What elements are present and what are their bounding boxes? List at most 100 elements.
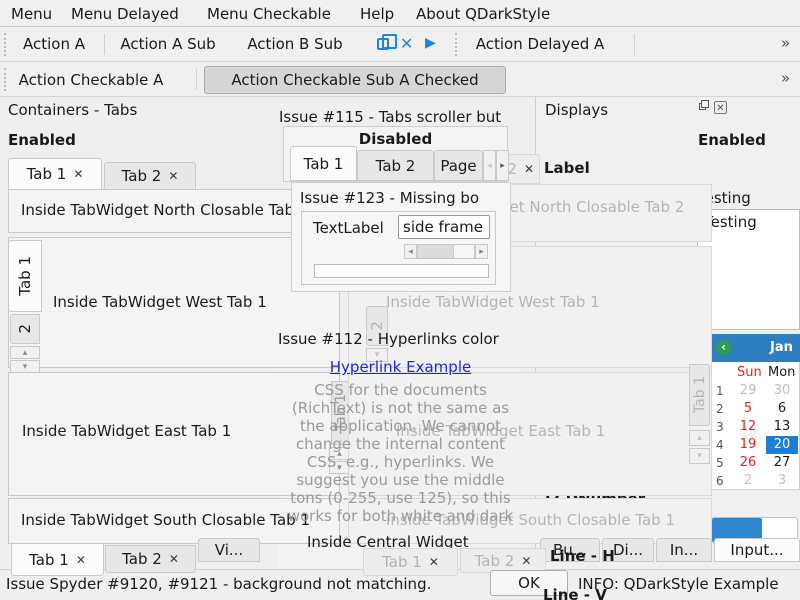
tab-south-2[interactable]: Tab 2 ✕ — [105, 545, 196, 573]
toolbar-separator — [196, 69, 197, 90]
toolbar-handle[interactable] — [4, 68, 8, 91]
calendar-day[interactable]: 3 — [766, 472, 798, 490]
tab-north-2[interactable]: Tab 2✕ — [104, 162, 196, 190]
scrollbar-left-button[interactable]: ◂ — [404, 244, 417, 259]
scrollbar-right-button[interactable]: ▸ — [475, 244, 488, 259]
empty-line-edit[interactable] — [314, 264, 489, 278]
calendar-selected-day[interactable]: 20 — [766, 436, 798, 454]
toolbar-overflow-button[interactable]: » — [781, 69, 790, 87]
issue115-tab-1[interactable]: Tab 1 — [290, 146, 357, 181]
tab-west-1[interactable]: Tab 1 — [8, 240, 42, 312]
toolbar-checkable: Action Checkable A Action Checkable Sub … — [0, 62, 800, 97]
toolbar-overflow-button[interactable]: » — [781, 34, 790, 52]
paragraph-line: change the internal content — [283, 435, 518, 453]
tab-close-icon[interactable]: ✕ — [73, 167, 83, 181]
toolbar-separator — [634, 34, 635, 55]
calendar-day[interactable]: 19 — [732, 436, 764, 454]
text-label: TextLabel — [313, 219, 384, 237]
displays-label-heading: Label — [544, 159, 590, 177]
calendar-day[interactable]: 26 — [732, 454, 764, 472]
tab-close-icon[interactable]: ✕ — [76, 553, 86, 567]
scrollbar-track[interactable] — [417, 244, 475, 259]
tab-label: Tab 1 — [29, 551, 69, 569]
calendar-prev-month-icon[interactable]: ‹ — [716, 340, 731, 355]
menu-item-menu[interactable]: Menu — [11, 4, 52, 24]
scrollbar-thumb[interactable] — [418, 245, 454, 258]
tab-close-icon[interactable]: ✕ — [169, 552, 179, 566]
tab-scroll-left-button[interactable]: ◂ — [483, 150, 496, 181]
duplicate-icon[interactable] — [377, 38, 389, 50]
toolbar-handle[interactable] — [4, 33, 8, 56]
tab-close-icon: ✕ — [429, 555, 439, 569]
close-action-icon[interactable]: ✕ — [400, 34, 413, 53]
calendar-week-number: 2 — [716, 400, 730, 418]
tabwidget-west-content-disabled: Inside TabWidget West Tab 1 — [386, 293, 600, 311]
calendar-day-header-sun: Sun — [737, 364, 762, 382]
tabwidget-north-content: Inside TabWidget North Closable Tab 1 — [21, 201, 308, 219]
tab-close-icon: ✕ — [521, 554, 531, 568]
calendar-day[interactable]: 5 — [732, 400, 764, 418]
line-v-heading: Line - V — [543, 586, 607, 600]
tab-north-1[interactable]: Tab 1✕ — [8, 158, 102, 190]
calendar-day[interactable]: 30 — [766, 382, 798, 400]
toolbar-handle[interactable] — [455, 33, 459, 56]
tab-scroll-down-button: ▾ — [689, 448, 710, 464]
issue112-window-title: Issue #112 - Hyperlinks color — [278, 330, 499, 348]
tab-label: Vi... — [215, 541, 243, 559]
line-h-heading: Line - H — [550, 547, 615, 565]
menu-bar: Menu Menu Delayed Menu Checkable Help Ab… — [0, 0, 800, 27]
float-window-icon[interactable] — [697, 101, 710, 114]
action-checkable-sub-a-button[interactable]: Action Checkable Sub A Checked — [204, 66, 506, 94]
issue112-paragraph: CSS for the documents (RichText) is not … — [283, 381, 518, 525]
calendar-widget[interactable]: Sun Mon 1 2 3 4 5 6 29 5 12 19 26 2 30 6… — [711, 362, 800, 490]
tab-east-1-disabled: Tab 1 — [689, 364, 710, 426]
tab-label: Tab 1 — [304, 155, 344, 173]
paragraph-line: suggest you use the middle — [283, 471, 518, 489]
containers-enabled-heading: Enabled — [8, 131, 76, 149]
menu-item-about[interactable]: About QDarkStyle — [416, 4, 550, 24]
calendar-week-number: 1 — [716, 382, 730, 400]
calendar-day[interactable]: 29 — [732, 382, 764, 400]
line-edit[interactable]: side frame — [398, 215, 490, 239]
issue115-tab-3[interactable]: Page — [434, 150, 483, 181]
calendar-day[interactable]: 12 — [732, 418, 764, 436]
calendar-day[interactable]: 13 — [766, 418, 798, 436]
tab-close-icon[interactable]: ✕ — [168, 169, 178, 183]
issue115-tab-2[interactable]: Tab 2 — [357, 150, 434, 181]
calendar-day[interactable]: 27 — [766, 454, 798, 472]
menu-item-menu-delayed[interactable]: Menu Delayed — [71, 4, 179, 24]
tab-west-2[interactable]: 2 — [10, 314, 40, 344]
tab-scroll-right-button[interactable]: ▸ — [496, 150, 509, 181]
text-browser[interactable]: Testing — [697, 209, 800, 330]
tab-label: Page — [440, 157, 476, 175]
issue115-window-title: Issue #115 - Tabs scroller but — [279, 108, 501, 126]
hyperlink-example-link[interactable]: Hyperlink Example — [288, 358, 513, 376]
action-a-button[interactable]: Action A — [15, 31, 93, 57]
calendar-header: ‹ Jan — [711, 334, 800, 362]
play-icon[interactable]: ▶ — [425, 35, 436, 51]
paragraph-line: the application. We cannot — [283, 417, 518, 435]
tab-south-1[interactable]: Tab 1 ✕ — [11, 543, 104, 576]
dock-tab-inputs-2[interactable]: Input... — [714, 538, 800, 562]
status-message-left: Issue Spyder #9120, #9121 - background n… — [6, 575, 431, 593]
dock-tab-views[interactable]: Vi... — [198, 538, 260, 562]
dock-tab-inputs[interactable]: In... — [656, 538, 712, 562]
tab-scroll-up-button[interactable]: ▴ — [10, 346, 40, 359]
calendar-day[interactable]: 2 — [732, 472, 764, 490]
tab-label: Tab 2 — [376, 157, 416, 175]
action-a-sub-button[interactable]: Action A Sub — [112, 31, 224, 57]
paragraph-line: tons (0-255, use 125), so this — [283, 489, 518, 507]
calendar-week-number: 5 — [716, 454, 730, 472]
menu-item-menu-checkable[interactable]: Menu Checkable — [207, 4, 331, 24]
tab-south-1-disabled: Tab 1✕ — [363, 548, 458, 576]
calendar-day[interactable]: 6 — [766, 400, 798, 418]
calendar-week-number: 6 — [716, 472, 730, 490]
menu-item-help[interactable]: Help — [360, 4, 394, 24]
action-b-sub-button[interactable]: Action B Sub — [238, 31, 352, 57]
close-window-icon[interactable]: ✕ — [714, 101, 727, 114]
action-delayed-a-button[interactable]: Action Delayed A — [466, 31, 614, 57]
issue123-window: Issue #123 - Missing bo TextLabel side f… — [291, 182, 511, 292]
action-checkable-a-button[interactable]: Action Checkable A — [15, 67, 167, 93]
calendar-day-header-mon: Mon — [768, 364, 795, 382]
tab-label: Tab 2 — [122, 550, 162, 568]
